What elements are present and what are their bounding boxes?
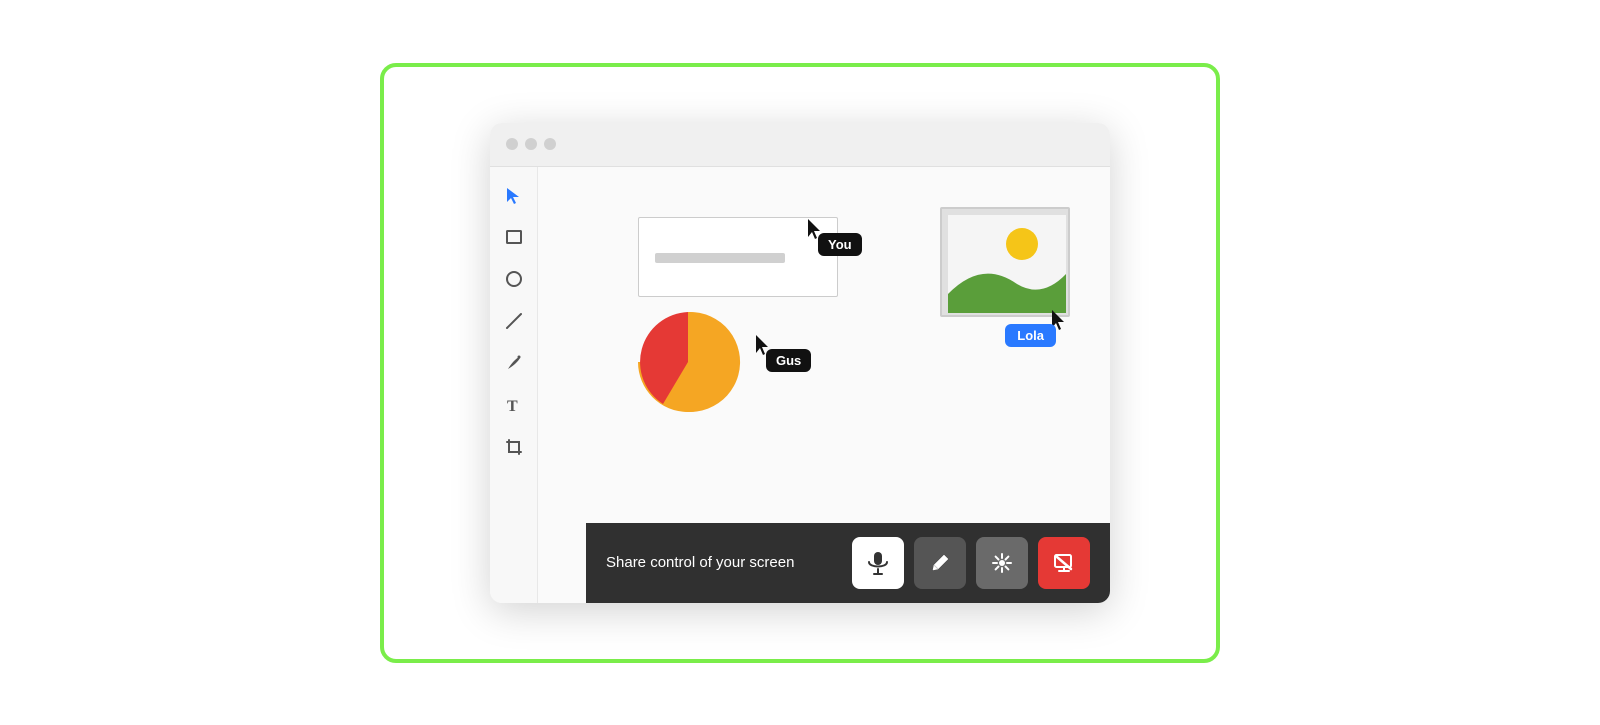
pen-tool[interactable] [502,351,526,375]
draw-button[interactable] [914,537,966,589]
canvas-area: You [538,167,1110,603]
label-you: You [818,233,862,256]
cursor-gus: Gus [756,335,770,355]
rectangle-tool[interactable] [502,225,526,249]
crop-tool[interactable] [502,435,526,459]
share-control-text: Share control of your screen [606,554,842,571]
line-tool[interactable] [502,309,526,333]
select-tool[interactable] [502,183,526,207]
pie-chart [633,307,743,417]
traffic-light-close[interactable] [506,138,518,150]
bottom-toolbar: Share control of your screen [586,523,1110,603]
app-window: T [490,123,1110,603]
cursor-lola: Lola [1052,310,1066,330]
label-gus: Gus [766,349,811,372]
label-lola: Lola [1005,324,1056,347]
svg-text:T: T [507,398,518,414]
outer-frame: T [380,63,1220,663]
circle-tool[interactable] [502,267,526,291]
stop-share-button[interactable] [1038,537,1090,589]
pointer-effects-button[interactable] [976,537,1028,589]
canvas-content: You [538,167,1110,603]
traffic-light-maximize[interactable] [544,138,556,150]
slide-line [655,253,785,263]
sidebar: T [490,167,538,603]
microphone-button[interactable] [852,537,904,589]
text-tool[interactable]: T [502,393,526,417]
cursor-you: You [808,219,822,239]
traffic-light-minimize[interactable] [525,138,537,150]
titlebar [490,123,1110,167]
window-body: T [490,167,1110,603]
traffic-lights [506,138,556,150]
image-placeholder [940,207,1070,317]
